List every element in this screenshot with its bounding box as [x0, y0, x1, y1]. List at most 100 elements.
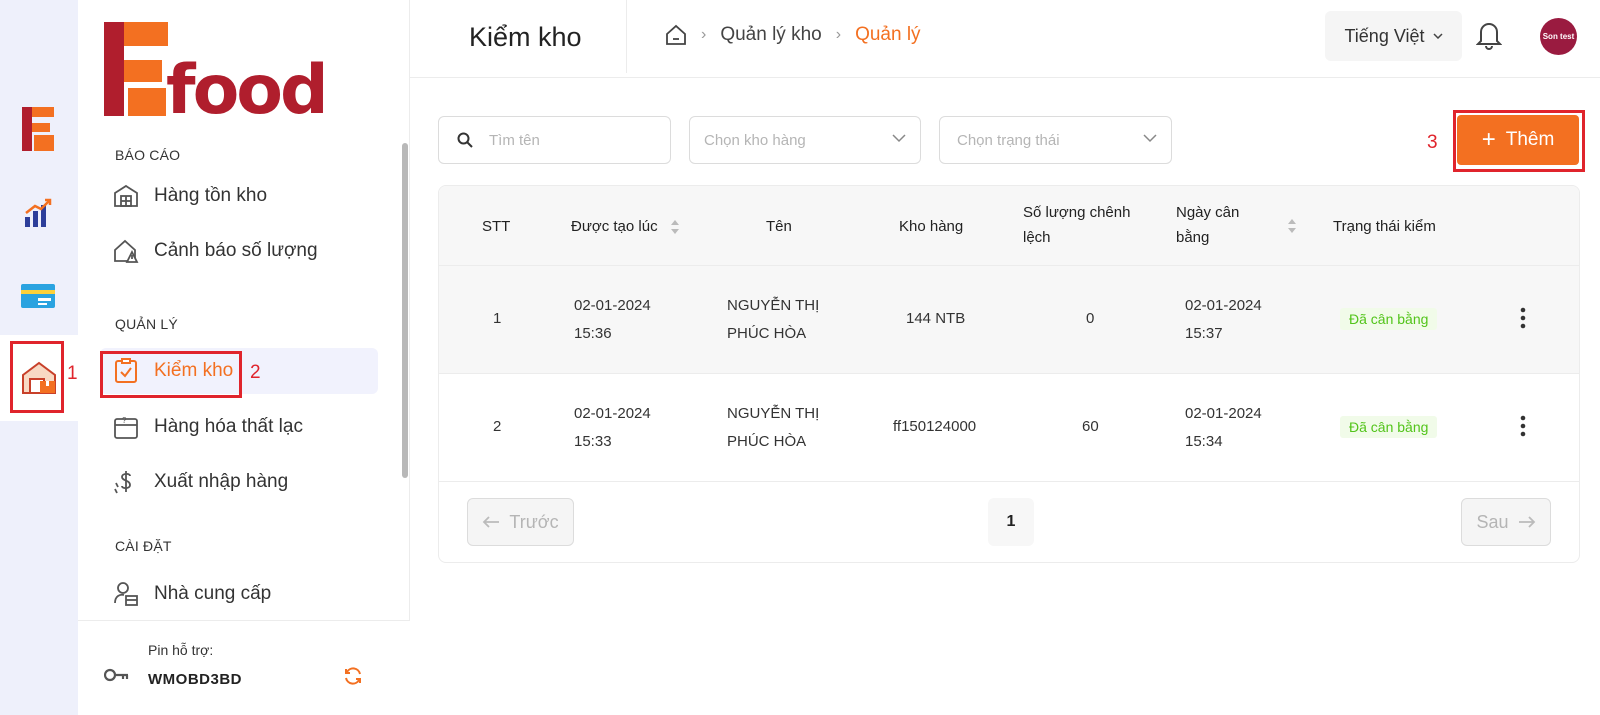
cell-created-time: 15:33	[574, 433, 612, 450]
cell-warehouse: ff150124000	[893, 418, 977, 435]
arrow-right-icon	[1518, 516, 1535, 528]
prev-page-button[interactable]: Trước	[467, 498, 574, 546]
ffood-logo: food	[104, 20, 339, 130]
sidebar-scrollbar[interactable]	[402, 143, 408, 478]
nav-highlight-box	[100, 351, 242, 398]
warehouse-placeholder: Chọn kho hàng	[704, 131, 806, 149]
chevron-right-icon: ›	[835, 26, 842, 43]
cell-created-date: 02-01-2024	[574, 405, 651, 422]
sidebar-item-label: Cảnh báo số lượng	[154, 240, 318, 261]
column-stt: STT	[482, 218, 511, 235]
next-page-label: Sau	[1476, 511, 1509, 532]
status-placeholder: Chọn trạng thái	[957, 131, 1060, 149]
pin-code: WMOBD3BD	[148, 671, 242, 688]
search-icon	[457, 132, 473, 148]
language-select[interactable]: Tiếng Việt	[1325, 11, 1462, 61]
cell-diff: 60	[1082, 418, 1099, 435]
section-title-report: BÁO CÁO	[115, 147, 181, 163]
page-title: Kiểm kho	[469, 22, 582, 52]
cell-warehouse: 144 NTB	[906, 310, 966, 327]
status-badge: Đã cân bằng	[1340, 308, 1438, 330]
column-status: Trạng thái kiểm	[1333, 218, 1436, 235]
table-header: STT Được tạo lúc Tên Kho hàng Số lượng c…	[439, 186, 1579, 266]
cell-balance: 02-01-2024 15:34	[1185, 400, 1262, 456]
sidebar-item-inventory[interactable]: Hàng tồn kho	[100, 172, 375, 220]
cell-name-line2: PHÚC HÒA	[727, 325, 807, 342]
cell-balance-date: 02-01-2024	[1185, 297, 1262, 314]
rail-report[interactable]	[12, 180, 64, 246]
sidebar-item-label: Nhà cung cấp	[154, 583, 272, 604]
column-balance-line1: Ngày cân	[1176, 204, 1240, 221]
breadcrumb-item-current: Quản lý	[855, 24, 921, 45]
rail-card[interactable]	[12, 263, 64, 329]
supplier-icon	[112, 580, 140, 608]
next-page-button[interactable]: Sau	[1461, 498, 1551, 546]
language-label: Tiếng Việt	[1344, 25, 1425, 46]
cell-balance-date: 02-01-2024	[1185, 405, 1262, 422]
status-badge: Đã cân bằng	[1340, 416, 1438, 438]
sort-icon	[670, 220, 679, 235]
stock-check-table: STT Được tạo lúc Tên Kho hàng Số lượng c…	[438, 185, 1580, 563]
warning-house-icon	[112, 237, 140, 265]
column-balance-date[interactable]: Ngày cân bằng	[1176, 200, 1239, 250]
cell-created: 02-01-2024 15:36	[574, 292, 651, 348]
breadcrumb: › Quản lý kho › Quản lý	[665, 24, 921, 46]
bar-chart-icon	[25, 198, 52, 227]
cell-created-date: 02-01-2024	[574, 297, 651, 314]
top-header: Kiểm kho › Quản lý kho › Quản lý Tiếng V…	[410, 0, 1600, 78]
breadcrumb-item-warehouse[interactable]: Quản lý kho	[720, 24, 821, 46]
column-created[interactable]: Được tạo lúc	[571, 214, 680, 239]
lost-goods-icon: ?	[112, 413, 140, 441]
refresh-icon[interactable]	[343, 666, 363, 686]
table-row[interactable]: 2 02-01-2024 15:33 NGUYỄN THỊ PHÚC HÒA f…	[439, 374, 1579, 482]
sidebar-item-lost-goods[interactable]: ? Hàng hóa thất lạc	[100, 403, 375, 451]
bell-icon[interactable]	[1476, 20, 1502, 50]
more-vertical-icon[interactable]	[1520, 307, 1526, 329]
key-icon	[104, 668, 129, 682]
cell-name: NGUYỄN THỊ PHÚC HÒA	[727, 400, 819, 456]
rail-logo[interactable]	[12, 96, 64, 162]
sidebar-item-label: Hàng hóa thất lạc	[154, 416, 303, 437]
cell-balance-time: 15:37	[1185, 325, 1223, 342]
table-row[interactable]: 1 02-01-2024 15:36 NGUYỄN THỊ PHÚC HÒA 1…	[439, 266, 1579, 374]
cell-name-line2: PHÚC HÒA	[727, 433, 807, 450]
warehouse-select[interactable]: Chọn kho hàng	[689, 116, 921, 164]
status-select[interactable]: Chọn trạng thái	[939, 116, 1172, 164]
avatar[interactable]: Son test	[1540, 18, 1577, 55]
sort-icon[interactable]	[1287, 218, 1297, 234]
annotation-2: 2	[250, 362, 261, 383]
annotation-3: 3	[1427, 132, 1438, 153]
chevron-down-icon	[1143, 134, 1157, 143]
cell-name-line1: NGUYỄN THỊ	[727, 405, 820, 422]
sidebar-item-quantity-alert[interactable]: Cảnh báo số lượng	[100, 227, 375, 275]
sidebar-item-supplier[interactable]: Nhà cung cấp	[100, 570, 375, 618]
svg-text:?: ?	[122, 416, 127, 425]
column-created-label: Được tạo lúc	[571, 218, 658, 235]
more-vertical-icon[interactable]	[1520, 415, 1526, 437]
header-divider	[626, 0, 627, 73]
search-input[interactable]: Tìm tên	[438, 116, 671, 164]
add-highlight-box	[1453, 110, 1585, 172]
column-diff: Số lượng chênh lệch	[1023, 200, 1130, 250]
logo-text: food	[166, 51, 326, 120]
chevron-down-icon	[1433, 33, 1443, 39]
cell-name: NGUYỄN THỊ PHÚC HÒA	[727, 292, 819, 348]
section-title-manage: QUẢN LÝ	[115, 316, 178, 332]
card-icon	[21, 284, 55, 308]
column-diff-line2: lệch	[1023, 229, 1051, 246]
column-diff-line1: Số lượng chênh	[1023, 204, 1131, 221]
sidebar-item-label: Xuất nhập hàng	[154, 471, 289, 492]
cell-stt: 1	[493, 310, 502, 327]
sidebar-item-import-export[interactable]: Xuất nhập hàng	[100, 458, 375, 506]
search-placeholder: Tìm tên	[489, 131, 540, 149]
column-balance-line2: bằng	[1176, 229, 1210, 246]
sidebar-item-label: Hàng tồn kho	[154, 185, 268, 206]
rail-highlight-box	[10, 341, 64, 413]
arrow-left-icon	[483, 516, 500, 528]
column-warehouse: Kho hàng	[899, 218, 964, 235]
brand-f-icon	[22, 107, 54, 151]
home-icon[interactable]	[665, 24, 687, 46]
sidebar-footer: Pin hỗ trợ: WMOBD3BD	[78, 620, 410, 715]
page-number-current[interactable]: 1	[988, 498, 1034, 546]
cell-balance-time: 15:34	[1185, 433, 1223, 450]
